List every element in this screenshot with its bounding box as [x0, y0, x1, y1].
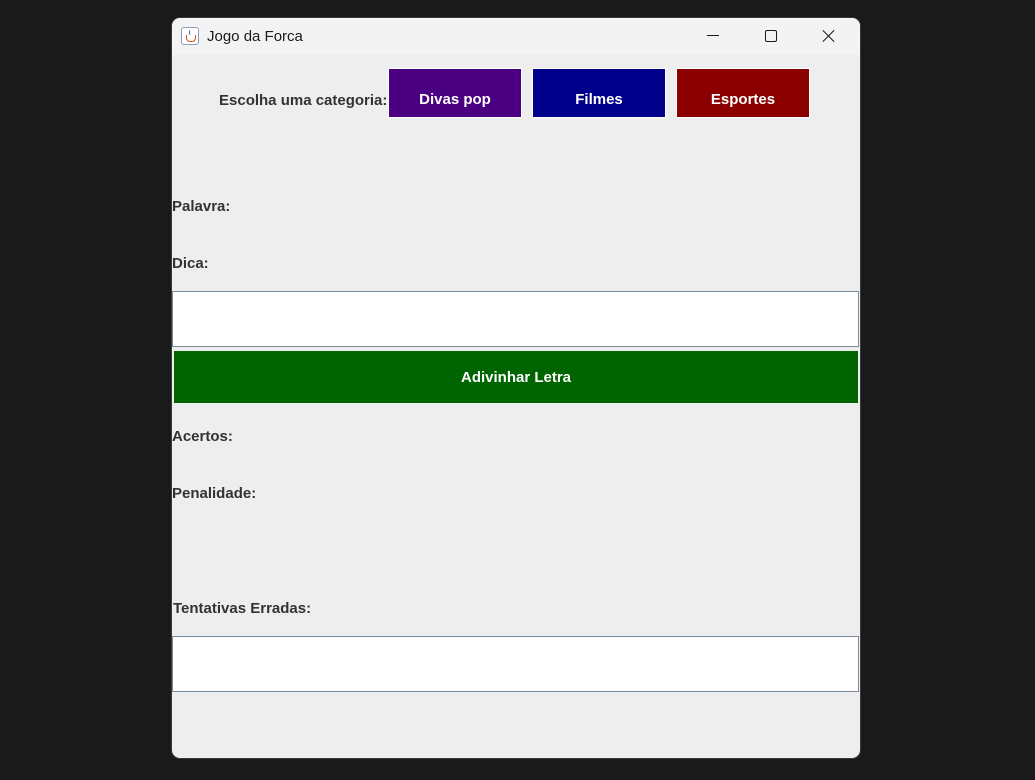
word-label: Palavra: — [172, 198, 231, 215]
wrong-attempts-label: Tentativas Erradas: — [173, 600, 312, 617]
title-bar[interactable]: Jogo da Forca — [172, 18, 860, 55]
maximize-icon — [765, 30, 777, 42]
penalty-label: Penalidade: — [172, 485, 257, 502]
minimize-button[interactable] — [684, 18, 742, 55]
java-app-icon — [181, 27, 199, 45]
app-window: Jogo da Forca Escolha uma categoria: Div… — [172, 18, 860, 758]
letter-input[interactable] — [172, 291, 859, 347]
wrong-attempts-field[interactable] — [172, 636, 859, 692]
minimize-icon — [707, 35, 719, 36]
close-icon — [822, 29, 836, 43]
category-button-esportes[interactable]: Esportes — [676, 68, 810, 118]
category-button-filmes[interactable]: Filmes — [532, 68, 666, 118]
category-button-divas-pop[interactable]: Divas pop — [388, 68, 522, 118]
close-button[interactable] — [800, 18, 858, 55]
hint-label: Dica: — [172, 255, 209, 272]
category-label: Escolha uma categoria: — [219, 92, 388, 109]
guess-letter-button[interactable]: Adivinhar Letra — [174, 351, 858, 403]
maximize-button[interactable] — [742, 18, 800, 55]
window-title: Jogo da Forca — [207, 28, 303, 45]
hits-label: Acertos: — [172, 428, 233, 445]
